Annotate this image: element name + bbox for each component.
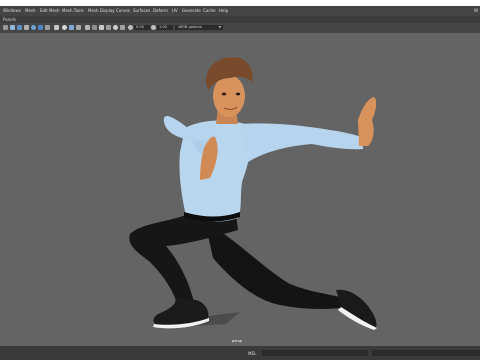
resolution-gate-icon[interactable] xyxy=(54,25,59,30)
bent-arm-sleeve xyxy=(163,115,216,140)
back-leg xyxy=(205,222,342,309)
wireframe-icon[interactable] xyxy=(85,25,90,30)
menu-mesh[interactable]: Mesh xyxy=(25,8,36,14)
menu-curves[interactable]: Curves xyxy=(116,8,130,14)
menu-edit-mesh[interactable]: Edit Mesh xyxy=(40,8,60,14)
shadows-icon[interactable] xyxy=(120,25,125,30)
exposure-icon[interactable] xyxy=(128,25,133,30)
menu-surfaces[interactable]: Surfaces xyxy=(133,8,150,14)
bookmark-icon[interactable] xyxy=(24,25,29,30)
field-chart-icon[interactable] xyxy=(69,25,74,30)
menu-mesh-tools[interactable]: Mesh Tools xyxy=(62,8,84,14)
image-plane-icon[interactable] xyxy=(31,25,36,30)
camera-attributes-icon[interactable] xyxy=(17,25,22,30)
viewport-3d[interactable]: persp xyxy=(0,33,480,346)
menu-mesh-display[interactable]: Mesh Display xyxy=(88,8,115,14)
command-language-label[interactable]: MEL xyxy=(248,351,256,356)
smooth-shade-icon[interactable] xyxy=(92,25,97,30)
menu-deform[interactable]: Deform xyxy=(153,8,168,14)
character-render xyxy=(129,57,377,330)
menu-help[interactable]: Help xyxy=(219,8,228,14)
menu-generate[interactable]: Generate xyxy=(182,8,201,14)
camera-select-icon[interactable] xyxy=(3,25,8,30)
head xyxy=(213,75,245,117)
menu-uv[interactable]: UV xyxy=(172,8,178,14)
maya-window: Windows Mesh Edit Mesh Mesh Tools Mesh D… xyxy=(0,0,480,360)
gamma-icon[interactable] xyxy=(151,25,156,30)
color-space-dropdown[interactable]: sRGB gamma ▼ xyxy=(175,25,223,30)
main-menubar: Windows Mesh Edit Mesh Mesh Tools Mesh D… xyxy=(0,6,480,16)
menu-panels[interactable]: Panels xyxy=(3,17,16,22)
right-eye xyxy=(235,92,241,96)
chevron-down-icon: ▼ xyxy=(218,25,221,29)
wireframe-on-shaded-icon[interactable] xyxy=(99,25,104,30)
left-eye xyxy=(221,92,227,96)
help-line xyxy=(372,350,480,356)
extended-hand xyxy=(358,97,377,146)
menu-cache[interactable]: Cache xyxy=(203,8,215,14)
command-input[interactable] xyxy=(262,350,368,356)
extended-arm-sleeve xyxy=(240,123,363,162)
safe-action-icon[interactable] xyxy=(76,25,81,30)
command-line-bar: MEL xyxy=(0,346,480,360)
color-space-value: sRGB gamma xyxy=(178,25,202,29)
textured-icon[interactable] xyxy=(106,25,111,30)
window-corner-label: W xyxy=(474,8,478,13)
menu-windows[interactable]: Windows xyxy=(3,8,21,14)
film-gate-icon[interactable] xyxy=(45,25,50,30)
gate-mask-icon[interactable] xyxy=(62,25,67,30)
gamma-field[interactable]: 1.00 xyxy=(157,25,173,30)
lighting-icon[interactable] xyxy=(113,25,118,30)
exposure-field[interactable]: 0.00 xyxy=(134,25,150,30)
camera-label: persp xyxy=(232,339,242,343)
grid-icon[interactable] xyxy=(38,25,43,30)
panel-menubar: Panels xyxy=(0,16,480,23)
lock-camera-icon[interactable] xyxy=(10,25,15,30)
